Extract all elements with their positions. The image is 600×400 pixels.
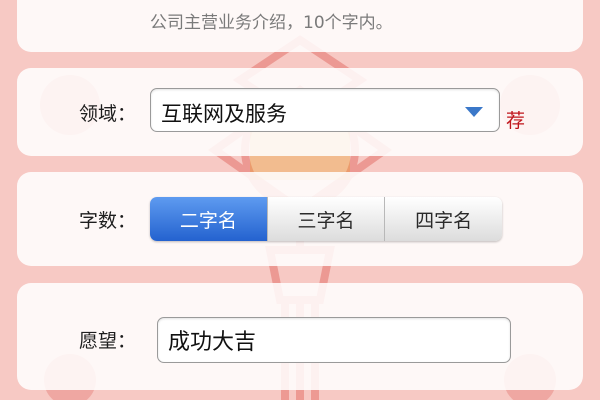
domain-select-value: 互联网及服务 [161, 102, 287, 126]
char-count-option-four[interactable]: 四字名 [385, 197, 502, 241]
domain-select[interactable]: 互联网及服务 [150, 88, 500, 132]
wish-label: 愿望： [79, 330, 137, 352]
char-count-label: 字数： [79, 210, 137, 232]
intro-card: 公司主营业务介绍，10个字内。 [17, 0, 583, 52]
char-count-option-two[interactable]: 二字名 [150, 197, 268, 241]
recommend-link[interactable]: 荐 [506, 106, 525, 133]
char-count-segmented-control: 二字名 三字名 四字名 [150, 197, 502, 241]
wish-card: 愿望： [17, 283, 583, 390]
char-count-option-three[interactable]: 三字名 [267, 197, 386, 241]
char-count-card: 字数： 二字名 三字名 四字名 [17, 172, 583, 266]
domain-label: 领域： [79, 103, 137, 125]
chevron-down-icon [465, 107, 483, 117]
domain-card: 领域： 互联网及服务 荐 [17, 68, 583, 156]
intro-hint-text: 公司主营业务介绍，10个字内。 [150, 13, 393, 33]
wish-input[interactable] [157, 317, 511, 363]
